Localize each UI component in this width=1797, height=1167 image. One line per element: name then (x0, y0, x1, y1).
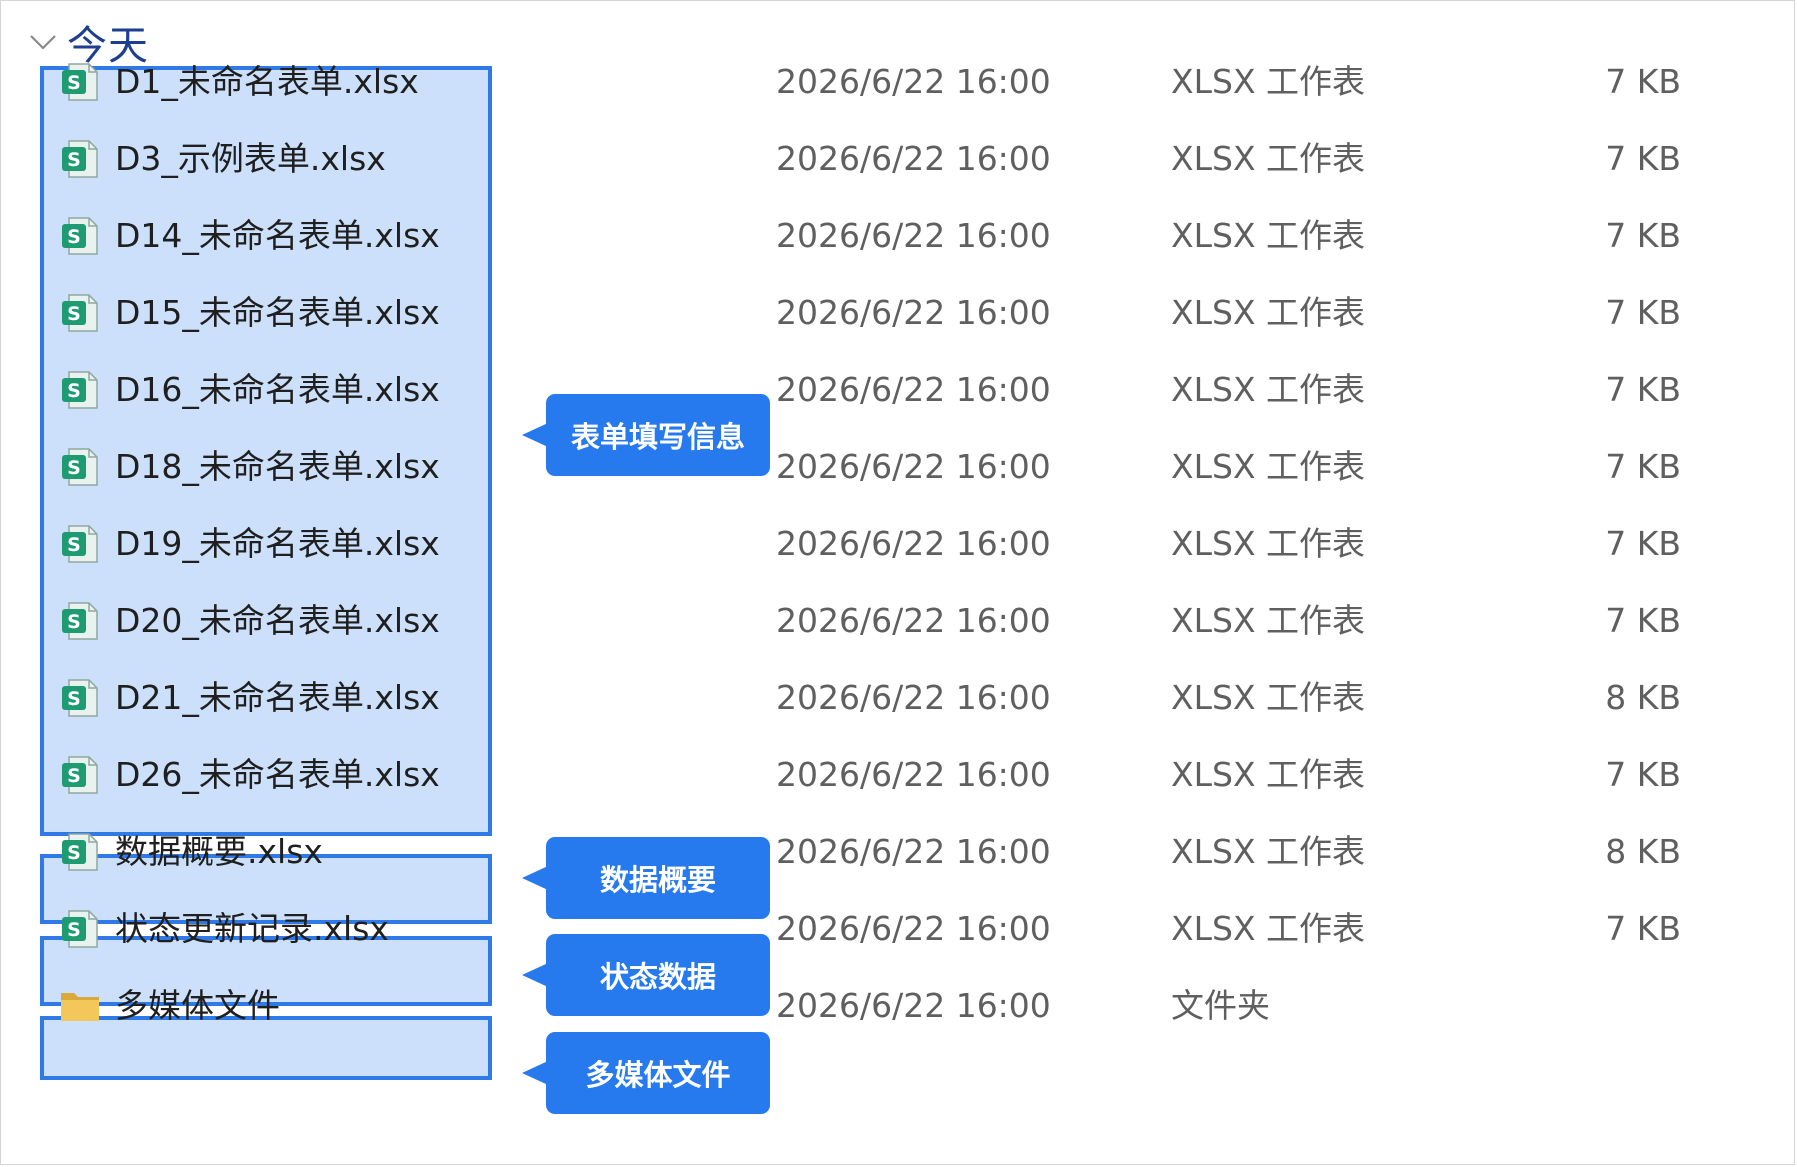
svg-text:S: S (67, 380, 81, 402)
file-date-modified: 2026/6/22 16:00 (776, 62, 1051, 101)
svg-text:S: S (67, 72, 81, 94)
callout-media-files: 多媒体文件 (522, 1032, 770, 1114)
file-size: 7 KB (1605, 370, 1681, 409)
file-row[interactable]: 多媒体文件 2026/6/22 16:00 文件夹 (1, 967, 1796, 1044)
file-date-modified: 2026/6/22 16:00 (776, 139, 1051, 178)
file-type: XLSX 工作表 (1171, 832, 1366, 871)
file-size: 8 KB (1605, 678, 1681, 717)
file-name: D15_未命名表单.xlsx (115, 293, 440, 332)
callout-form-info: 表单填写信息 (522, 394, 770, 476)
file-name: D18_未命名表单.xlsx (115, 447, 440, 486)
callout-label: 数据概要 (599, 863, 716, 897)
file-type: XLSX 工作表 (1171, 678, 1366, 717)
file-date-modified: 2026/6/22 16:00 (776, 524, 1051, 563)
spreadsheet-file-icon: S (59, 677, 101, 719)
file-row[interactable]: S D3_示例表单.xlsx 2026/6/22 16:00 XLSX 工作表 7 KB (1, 120, 1796, 197)
file-row[interactable]: S 状态更新记录.xlsx 2026/6/22 16:00 XLSX 工作表 7 KB (1, 890, 1796, 967)
file-row[interactable]: S D14_未命名表单.xlsx 2026/6/22 16:00 XLSX 工作表 7 … (1, 197, 1796, 274)
spreadsheet-file-icon: S (59, 523, 101, 565)
file-type: XLSX 工作表 (1171, 601, 1366, 640)
callout-status-data: 状态数据 (522, 934, 770, 1016)
file-size: 7 KB (1605, 447, 1681, 486)
file-row[interactable]: S D18_未命名表单.xlsx 2026/6/22 16:00 XLSX 工作表 7 … (1, 428, 1796, 505)
file-type: XLSX 工作表 (1171, 755, 1366, 794)
spreadsheet-file-icon: S (59, 369, 101, 411)
file-row[interactable]: S D16_未命名表单.xlsx 2026/6/22 16:00 XLSX 工作表 7 … (1, 351, 1796, 428)
file-row[interactable]: S 数据概要.xlsx 2026/6/22 16:00 XLSX 工作表 8 KB (1, 813, 1796, 890)
callout-label: 状态数据 (599, 960, 716, 994)
file-name: D3_示例表单.xlsx (115, 139, 386, 178)
file-date-modified: 2026/6/22 16:00 (776, 601, 1051, 640)
file-date-modified: 2026/6/22 16:00 (776, 447, 1051, 486)
spreadsheet-file-icon: S (59, 908, 101, 950)
file-type: XLSX 工作表 (1171, 62, 1366, 101)
file-name: D20_未命名表单.xlsx (115, 601, 440, 640)
svg-text:S: S (67, 688, 81, 710)
svg-text:S: S (67, 457, 81, 479)
file-date-modified: 2026/6/22 16:00 (776, 909, 1051, 948)
file-row[interactable]: S D20_未命名表单.xlsx 2026/6/22 16:00 XLSX 工作表 7 … (1, 582, 1796, 659)
file-type: 文件夹 (1171, 986, 1270, 1025)
file-row[interactable]: S D19_未命名表单.xlsx 2026/6/22 16:00 XLSX 工作表 7 … (1, 505, 1796, 582)
file-name: D14_未命名表单.xlsx (115, 216, 440, 255)
spreadsheet-file-icon: S (59, 446, 101, 488)
file-date-modified: 2026/6/22 16:00 (776, 293, 1051, 332)
file-type: XLSX 工作表 (1171, 524, 1366, 563)
file-name: D26_未命名表单.xlsx (115, 755, 440, 794)
svg-text:S: S (67, 303, 81, 325)
spreadsheet-file-icon: S (59, 138, 101, 180)
file-name: 数据概要.xlsx (115, 832, 323, 871)
file-date-modified: 2026/6/22 16:00 (776, 755, 1051, 794)
callout-data-summary: 数据概要 (522, 837, 770, 919)
spreadsheet-file-icon: S (59, 831, 101, 873)
file-size: 7 KB (1605, 293, 1681, 332)
file-type: XLSX 工作表 (1171, 909, 1366, 948)
file-size: 8 KB (1605, 832, 1681, 871)
file-size: 7 KB (1605, 524, 1681, 563)
file-size: 7 KB (1605, 909, 1681, 948)
file-name: D1_未命名表单.xlsx (115, 62, 419, 101)
file-date-modified: 2026/6/22 16:00 (776, 678, 1051, 717)
spreadsheet-file-icon: S (59, 754, 101, 796)
file-name: D21_未命名表单.xlsx (115, 678, 440, 717)
callout-label: 表单填写信息 (570, 420, 745, 454)
spreadsheet-file-icon: S (59, 215, 101, 257)
file-type: XLSX 工作表 (1171, 293, 1366, 332)
spreadsheet-file-icon: S (59, 61, 101, 103)
file-row[interactable]: S D15_未命名表单.xlsx 2026/6/22 16:00 XLSX 工作表 7 … (1, 274, 1796, 351)
file-row[interactable]: S D21_未命名表单.xlsx 2026/6/22 16:00 XLSX 工作表 8 … (1, 659, 1796, 736)
file-name: 多媒体文件 (115, 986, 280, 1025)
file-type: XLSX 工作表 (1171, 370, 1366, 409)
file-name: D16_未命名表单.xlsx (115, 370, 440, 409)
file-size: 7 KB (1605, 601, 1681, 640)
file-size: 7 KB (1605, 755, 1681, 794)
file-date-modified: 2026/6/22 16:00 (776, 986, 1051, 1025)
file-type: XLSX 工作表 (1171, 216, 1366, 255)
folder-icon (59, 985, 101, 1027)
file-date-modified: 2026/6/22 16:00 (776, 216, 1051, 255)
file-type: XLSX 工作表 (1171, 447, 1366, 486)
file-size: 7 KB (1605, 62, 1681, 101)
file-name: 状态更新记录.xlsx (115, 909, 389, 948)
file-type: XLSX 工作表 (1171, 139, 1366, 178)
spreadsheet-file-icon: S (59, 600, 101, 642)
file-size: 7 KB (1605, 139, 1681, 178)
file-date-modified: 2026/6/22 16:00 (776, 832, 1051, 871)
svg-text:S: S (67, 149, 81, 171)
svg-text:S: S (67, 842, 81, 864)
spreadsheet-file-icon: S (59, 292, 101, 334)
file-date-modified: 2026/6/22 16:00 (776, 370, 1051, 409)
file-name: D19_未命名表单.xlsx (115, 524, 440, 563)
file-size: 7 KB (1605, 216, 1681, 255)
svg-text:S: S (67, 226, 81, 248)
svg-text:S: S (67, 765, 81, 787)
callout-label: 多媒体文件 (585, 1058, 731, 1092)
file-explorer-list: 今天 S D1_未命名表单.xlsx 2026/6/22 16:00 XLSX 工作表… (0, 0, 1795, 1165)
file-row[interactable]: S D26_未命名表单.xlsx 2026/6/22 16:00 XLSX 工作表 7 … (1, 736, 1796, 813)
svg-text:S: S (67, 611, 81, 633)
svg-text:S: S (67, 919, 81, 941)
svg-text:S: S (67, 534, 81, 556)
file-row[interactable]: S D1_未命名表单.xlsx 2026/6/22 16:00 XLSX 工作表 7 K… (1, 43, 1796, 120)
